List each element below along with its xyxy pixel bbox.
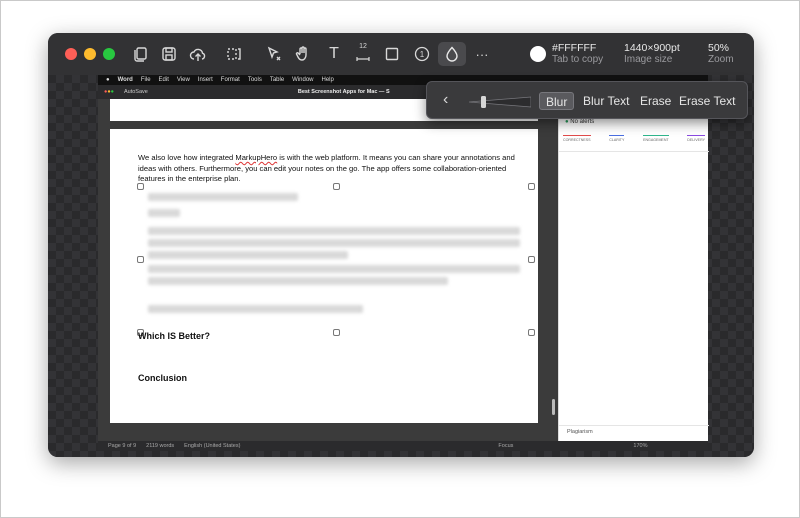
grammarly-side-panel: ● No alerts CORRECTNESS CLARITY ENGAGEME… [558, 99, 709, 441]
upload-cloud-icon[interactable] [188, 44, 208, 64]
color-hint: Tab to copy [552, 54, 604, 65]
save-icon[interactable] [159, 44, 179, 64]
document-page: We also love how integrated MarkupHero i… [110, 129, 538, 423]
text-size-icon[interactable]: 12 [353, 43, 373, 64]
image-size-info: 1440×900pt Image size [624, 42, 680, 66]
minimize-window-button[interactable] [84, 48, 96, 60]
resize-handle[interactable] [528, 183, 535, 190]
blurred-text [148, 265, 520, 273]
zoom-label: Zoom [708, 54, 734, 65]
plagiarism-label[interactable]: Plagiarism [567, 429, 593, 435]
crop-icon[interactable] [224, 44, 244, 64]
blur-text-option[interactable]: Blur Text [577, 92, 635, 110]
menu-file: File [140, 77, 151, 83]
select-arrow-icon[interactable] [264, 44, 284, 64]
menu-format: Format [220, 77, 240, 83]
color-info[interactable]: #FFFFFF Tab to copy [552, 42, 603, 66]
heading-conclusion: Conclusion [138, 373, 187, 383]
menu-table: Table [269, 77, 285, 83]
blurred-text [148, 305, 363, 313]
text-tool-icon[interactable]: T [324, 44, 344, 64]
misspelled-word: MarkupHero [235, 153, 278, 162]
blur-drop-icon[interactable] [438, 42, 466, 66]
blur-options-popup: ‹ Blur Blur Text Erase Erase Text [426, 81, 748, 119]
rectangle-icon[interactable] [382, 44, 402, 64]
menu-insert: Insert [197, 77, 213, 83]
status-page: Page 9 of 9 [108, 443, 137, 449]
word-zoom-icon: ● [110, 89, 114, 95]
document-scrollbar[interactable] [552, 399, 555, 415]
color-swatch[interactable] [530, 46, 546, 62]
menu-window: Window [292, 77, 314, 83]
blurred-text [148, 251, 348, 259]
status-zoom: 170% [633, 443, 648, 449]
color-hex: #FFFFFF [552, 42, 597, 54]
menu-view: View [176, 77, 190, 83]
resize-handle[interactable] [528, 256, 535, 263]
category-correctness: CORRECTNESS [563, 135, 591, 142]
autosave-label: AutoSave [123, 89, 148, 95]
apple-icon: ● [106, 77, 110, 83]
screenshot-frame: T 12 1 ··· #FFFFFF Tab to copy 1440×900p… [0, 0, 800, 518]
erase-option[interactable]: Erase [634, 92, 677, 110]
menu-help: Help [321, 77, 334, 83]
check-icon: ● [565, 119, 569, 125]
traffic-lights [65, 48, 115, 60]
image-size-value: 1440×900pt [624, 42, 680, 54]
resize-handle[interactable] [137, 183, 144, 190]
blurred-text [148, 277, 448, 285]
canvas[interactable]: ● Word File Edit View Insert Format Tool… [48, 75, 754, 457]
blur-strength-slider[interactable] [468, 95, 532, 108]
zoom-window-button[interactable] [103, 48, 115, 60]
paragraph-start: We also love how integrated [138, 153, 236, 162]
category-delivery: DELIVERY [687, 135, 705, 142]
blurred-text [148, 227, 520, 235]
panel-divider [559, 425, 709, 426]
erase-text-option[interactable]: Erase Text [673, 92, 741, 110]
zoom-value: 50% [708, 42, 730, 54]
panel-divider [559, 151, 709, 152]
more-icon[interactable]: ··· [472, 44, 492, 64]
document-area: We also love how integrated MarkupHero i… [98, 99, 556, 441]
alerts-label: No alerts [570, 119, 595, 125]
close-window-button[interactable] [65, 48, 77, 60]
step-number-label: 1 [419, 49, 425, 59]
hand-pan-icon[interactable] [293, 44, 313, 64]
blurred-text [148, 193, 298, 201]
resize-handle[interactable] [333, 329, 340, 336]
resize-handle[interactable] [528, 329, 535, 336]
text-size-label: 12 [359, 43, 367, 50]
category-clarity: CLARITY [609, 135, 625, 142]
heading-which-is-better: Which IS Better? [138, 331, 211, 341]
captured-screenshot[interactable]: ● Word File Edit View Insert Format Tool… [98, 75, 709, 451]
step-number-icon[interactable]: 1 [412, 44, 432, 64]
menu-tools: Tools [247, 77, 262, 83]
zoom-info[interactable]: 50% Zoom [708, 42, 734, 66]
menu-word: Word [117, 77, 133, 83]
status-focus: Focus [498, 443, 514, 449]
blurred-text [148, 239, 520, 247]
alerts-row: ● No alerts [565, 119, 594, 125]
resize-handle[interactable] [333, 183, 340, 190]
markup-app-window: T 12 1 ··· #FFFFFF Tab to copy 1440×900p… [48, 33, 754, 457]
menu-edit: Edit [158, 77, 169, 83]
category-engagement: ENGAGEMENT [643, 135, 669, 142]
resize-handle[interactable] [137, 256, 144, 263]
category-row: CORRECTNESS CLARITY ENGAGEMENT DELIVERY [563, 135, 705, 142]
status-language: English (United States) [184, 443, 241, 449]
document-paragraph: We also love how integrated MarkupHero i… [138, 153, 518, 185]
word-status-bar: Page 9 of 9 2119 words English (United S… [98, 441, 708, 451]
image-size-label: Image size [624, 54, 673, 65]
status-words: 2119 words [146, 443, 175, 449]
copy-icon[interactable] [130, 44, 150, 64]
toolbar: T 12 1 ··· #FFFFFF Tab to copy 1440×900p… [48, 33, 754, 75]
blur-option[interactable]: Blur [539, 92, 575, 110]
document-title: Best Screenshot Apps for Mac — S [297, 89, 390, 95]
blurred-text [148, 209, 180, 217]
back-chevron-icon[interactable]: ‹ [443, 91, 448, 109]
